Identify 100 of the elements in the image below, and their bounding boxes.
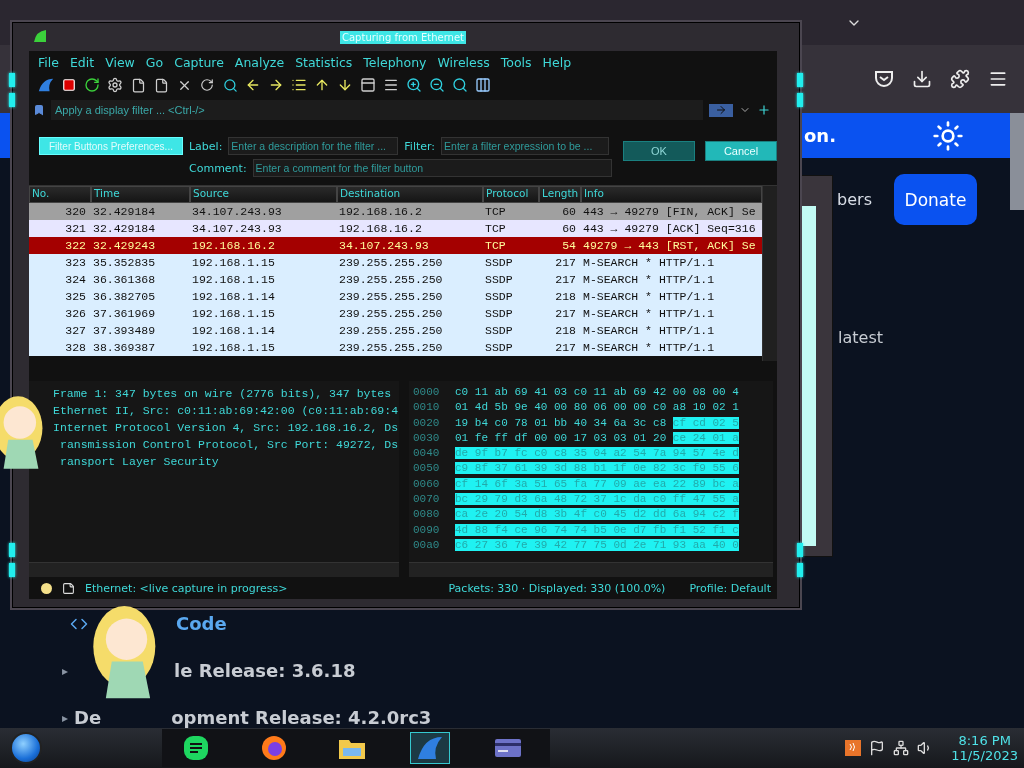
extensions-icon[interactable]	[950, 69, 970, 89]
scrollbar[interactable]	[29, 562, 399, 577]
clock-date: 11/5/2023	[951, 748, 1018, 763]
column-header[interactable]: Protocol	[483, 186, 539, 203]
detail-line[interactable]: Frame 1: 347 bytes on wire (2776 bits), 347 bytes	[53, 385, 392, 402]
release-link[interactable]: le Release: 3.6.18	[174, 660, 356, 681]
table-cell-text: 36.382705	[92, 290, 157, 303]
zoom-in-icon[interactable]	[405, 76, 423, 94]
menu-item[interactable]: File	[35, 54, 67, 70]
packet-row[interactable]: 320 32.429184 34.107.243.93 192.168.16.2 TCP 60 443 → 49279 [FIN, ACK] Se	[29, 203, 762, 220]
start-button[interactable]	[10, 732, 42, 764]
clock[interactable]: 8:16 PM 11/5/2023	[951, 733, 1018, 763]
detail-line[interactable]: Internet Protocol Version 4, Src: 192.168.16.2, Ds	[53, 419, 399, 436]
detail-line[interactable]: ransport Layer Security	[60, 453, 219, 470]
gear-icon[interactable]	[106, 76, 124, 94]
detail-line[interactable]: ransmission Control Protocol, Src Port: 49272, Ds	[60, 436, 399, 453]
table-cell-text: 326	[64, 307, 87, 320]
table-cell-text: 217	[554, 273, 577, 286]
light-strip	[797, 73, 803, 87]
table-cell-text: 325	[64, 290, 87, 303]
column-header[interactable]: No.	[29, 186, 91, 203]
table-cell-text: 192.168.1.15	[191, 256, 276, 269]
comment-field[interactable]: Enter a comment for the filter button	[252, 159, 612, 177]
menu-item[interactable]: Go	[142, 54, 172, 70]
pocket-icon[interactable]	[874, 70, 894, 88]
donate-button[interactable]: Donate	[894, 174, 977, 225]
table-cell-text: 192.168.16.2	[191, 239, 276, 252]
window-title: Capturing from Ethernet	[340, 30, 466, 44]
zoom-out-icon[interactable]	[428, 76, 446, 94]
clock-time: 8:16 PM	[958, 733, 1011, 748]
release-link[interactable]: opment Release: 4.2.0rc3	[171, 707, 432, 728]
packet-row[interactable]: 321 32.429184 34.107.243.93 192.168.16.2 TCP 60 443 → 49279 [ACK] Seq=316	[29, 220, 762, 237]
menu-icon[interactable]	[988, 69, 1008, 89]
search-icon[interactable]	[221, 76, 239, 94]
disclosure-marker[interactable]: ▸	[62, 663, 69, 678]
restart-icon[interactable]	[83, 76, 101, 94]
scrollbar[interactable]	[1010, 113, 1024, 210]
column-header[interactable]: Length	[539, 186, 581, 203]
packet-row[interactable]: 326 37.361969 192.168.1.15 239.255.255.250 SSDP 217 M-SEARCH * HTTP/1.1	[29, 305, 762, 322]
packet-row[interactable]: 327 37.393489 192.168.1.14 239.255.255.250 SSDP 218 M-SEARCH * HTTP/1.1	[29, 322, 762, 339]
packet-row[interactable]: 323 35.352835 192.168.1.15 239.255.255.250 SSDP 217 M-SEARCH * HTTP/1.1	[29, 254, 762, 271]
column-header[interactable]: Destination	[337, 186, 483, 203]
reload-icon[interactable]	[198, 76, 216, 94]
profile-text[interactable]: Profile: Default	[689, 581, 771, 595]
offset-text: 0030	[412, 430, 441, 446]
table-cell-text: M-SEARCH * HTTP/1.1	[582, 256, 716, 269]
flag-icon[interactable]	[869, 740, 886, 756]
table-cell-text: SSDP	[484, 341, 514, 354]
scrollbar[interactable]	[409, 562, 773, 577]
table-cell-text: 35.352835	[92, 256, 157, 269]
table-cell-text: 327	[64, 324, 87, 337]
note-icon[interactable]	[62, 581, 75, 595]
light-strip	[9, 93, 15, 107]
network-icon[interactable]	[893, 740, 910, 756]
nav-link[interactable]: bers	[837, 190, 872, 209]
apply-button[interactable]	[709, 103, 733, 117]
menu-item[interactable]: Capture	[171, 54, 232, 70]
menu-item[interactable]: Statistics	[292, 54, 361, 70]
label-field[interactable]: Enter a description for the filter ...	[228, 137, 399, 155]
bookmark-icon[interactable]	[33, 104, 45, 116]
table-cell-text: 328	[64, 341, 87, 354]
table-cell-text: 34.107.243.93	[191, 205, 283, 218]
window-icon[interactable]	[359, 76, 377, 94]
packet-row[interactable]: 324 36.361368 192.168.1.15 239.255.255.250 SSDP 217 M-SEARCH * HTTP/1.1	[29, 271, 762, 288]
menu-item[interactable]: Analyze	[231, 54, 293, 70]
stop-icon[interactable]	[60, 76, 78, 94]
columns-icon[interactable]	[474, 76, 492, 94]
hex-bytes: c0 11 ab 69 41 03 c0 11 ab 69 42 00 08 00 4	[455, 385, 739, 400]
menu-item[interactable]: Wireless	[434, 54, 498, 70]
light-strip	[797, 563, 803, 577]
offset-text: 00a0	[412, 537, 441, 553]
field-label: Label:	[188, 139, 223, 153]
fin-icon[interactable]	[37, 76, 55, 94]
column-header[interactable]: Time	[91, 186, 190, 203]
add-icon[interactable]	[757, 103, 771, 117]
packet-row[interactable]: 322 32.429243 192.168.16.2 34.107.243.93 TCP 54 49279 → 443 [RST, ACK] Se	[29, 237, 762, 254]
download-icon[interactable]	[912, 69, 932, 89]
packet-row[interactable]: 328 38.369387 192.168.1.15 239.255.255.250 SSDP 217 M-SEARCH * HTTP/1.1	[29, 339, 762, 356]
menu-item[interactable]: Help	[539, 54, 580, 70]
packet-row[interactable]: 325 36.382705 192.168.1.14 239.255.255.250 SSDP 218 M-SEARCH * HTTP/1.1	[29, 288, 762, 305]
display-filter-field[interactable]: Apply a display filter ... <Ctrl-/>	[51, 100, 703, 120]
right-arrow-icon	[715, 104, 727, 116]
app-icon	[33, 29, 47, 43]
detail-line[interactable]: Ethernet II, Src: c0:11:ab:69:42:00 (c0:11:ab:69:4	[53, 402, 399, 419]
menu-item[interactable]: Telephony	[360, 54, 435, 70]
column-header[interactable]: Info	[581, 186, 762, 203]
column-header[interactable]: Source	[190, 186, 337, 203]
menu-item[interactable]: View	[102, 54, 143, 70]
menu-item[interactable]: Edit	[66, 54, 103, 70]
table-cell-text: 217	[554, 341, 577, 354]
sun-icon[interactable]	[932, 119, 964, 152]
offset-text: 0040	[412, 446, 441, 462]
scrollbar[interactable]	[762, 186, 777, 361]
release-link[interactable]: De	[74, 707, 102, 728]
menu-item[interactable]: Tools	[497, 54, 540, 70]
disclosure-marker[interactable]: ▸	[62, 710, 69, 725]
taskbar-app[interactable]	[410, 732, 450, 764]
filter-field[interactable]: Enter a filter expression to be ...	[441, 137, 610, 155]
table-cell-text: 192.168.1.14	[191, 324, 276, 337]
table-cell-text: 34.107.243.93	[338, 239, 430, 252]
